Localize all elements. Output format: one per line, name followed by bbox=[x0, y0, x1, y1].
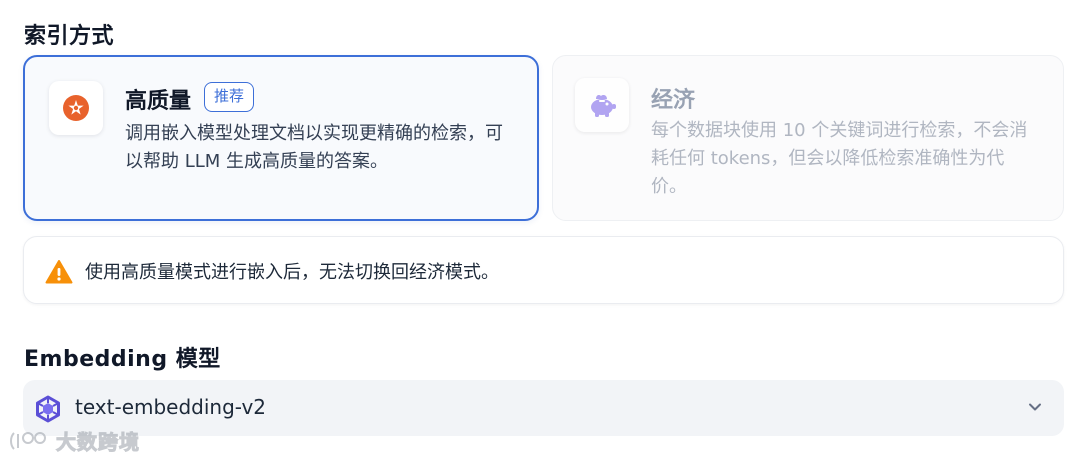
watermark: 大数跨境 bbox=[8, 426, 140, 455]
mode-switch-warning: 使用高质量模式进行嵌入后，无法切换回经济模式。 bbox=[23, 236, 1064, 304]
index-method-title: 索引方式 bbox=[24, 24, 115, 49]
economy-title: 经济 bbox=[651, 88, 696, 113]
high-quality-description: 调用嵌入模型处理文档以实现更精确的检索，可以帮助 LLM 生成高质量的答案。 bbox=[125, 123, 503, 172]
economy-icon-container bbox=[575, 78, 629, 132]
watermark-logo-icon bbox=[10, 431, 46, 450]
warning-text: 使用高质量模式进行嵌入后，无法切换回经济模式。 bbox=[85, 262, 499, 283]
piggy-bank-icon bbox=[591, 95, 616, 117]
embedding-model-select[interactable]: text-embedding-v2 bbox=[23, 380, 1064, 436]
high-quality-icon-container bbox=[49, 81, 103, 135]
economy-description: 每个数据块使用 10 个关键词进行检索，不会消耗任何 tokens，但会以降低检… bbox=[651, 120, 1028, 197]
recommended-badge: 推荐 bbox=[204, 82, 255, 112]
watermark-text: 大数跨境 bbox=[56, 430, 140, 455]
selected-model-value: text-embedding-v2 bbox=[75, 395, 267, 419]
warning-icon bbox=[45, 260, 73, 284]
chevron-down-icon[interactable] bbox=[1028, 402, 1042, 412]
embedding-model-title: Embedding 模型 bbox=[24, 347, 221, 372]
high-quality-option-card[interactable]: 高质量 推荐 调用嵌入模型处理文档以实现更精确的检索，可以帮助 LLM 生成高质… bbox=[23, 55, 539, 221]
economy-option-card[interactable]: 经济 每个数据块使用 10 个关键词进行检索，不会消耗任何 tokens，但会以… bbox=[552, 55, 1064, 221]
tongyi-model-icon bbox=[36, 395, 60, 423]
sparkle-badge-icon bbox=[63, 95, 89, 121]
high-quality-title: 高质量 bbox=[125, 89, 192, 114]
